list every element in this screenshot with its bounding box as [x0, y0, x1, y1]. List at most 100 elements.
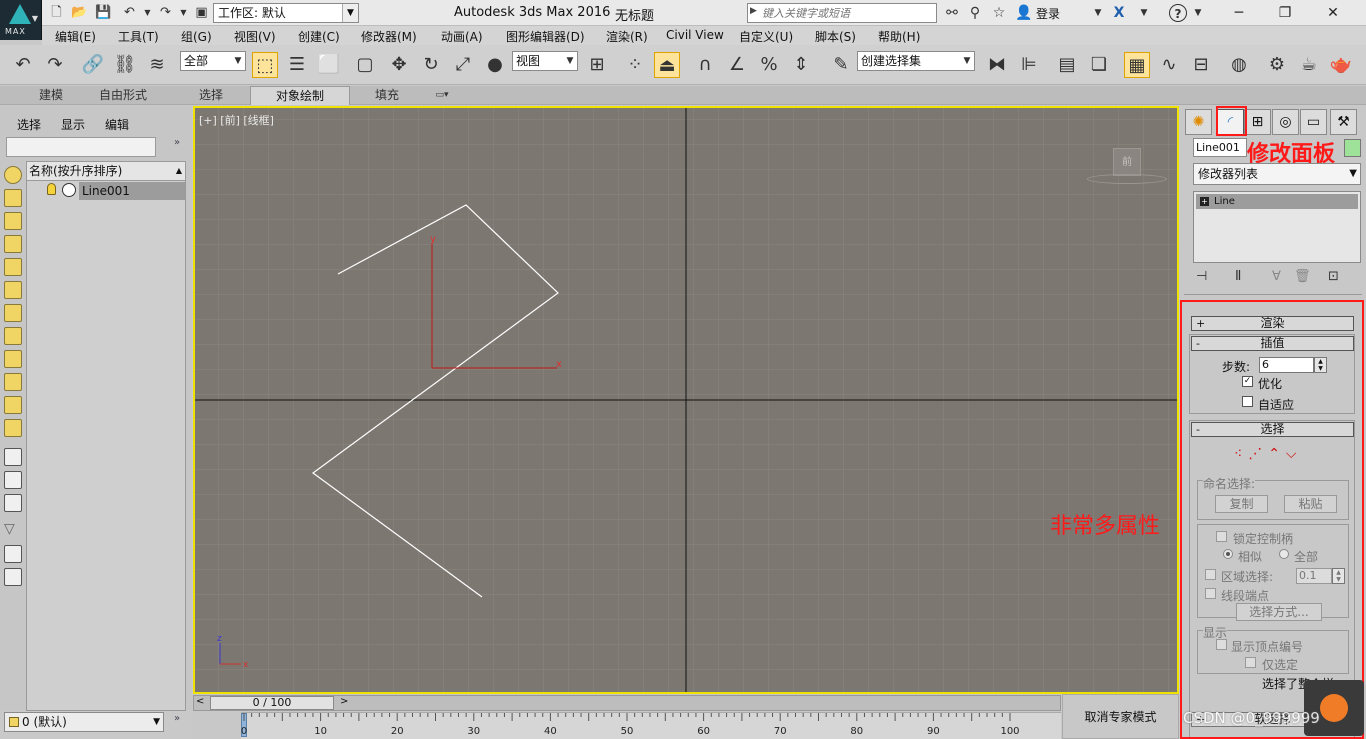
- render-setup-icon[interactable]: ⚙: [1264, 52, 1290, 78]
- save-icon[interactable]: 💾: [95, 4, 112, 21]
- tab-freeform[interactable]: 自由形式: [92, 86, 154, 105]
- search-input[interactable]: [762, 5, 934, 21]
- optimize-checkbox[interactable]: ✓: [1242, 376, 1253, 387]
- menu-animation[interactable]: 动画(A): [441, 28, 483, 45]
- filter-bones-icon[interactable]: [4, 350, 22, 368]
- tab-modeling[interactable]: 建模: [28, 86, 74, 105]
- layer-select[interactable]: 0 (默认) ▼: [4, 712, 164, 732]
- layer-manager-icon[interactable]: ❏: [1086, 52, 1112, 78]
- filter-lights-icon[interactable]: [4, 212, 22, 230]
- help-icon[interactable]: ?: [1169, 4, 1187, 22]
- menu-views[interactable]: 视图(V): [234, 28, 276, 45]
- minimize-button[interactable]: ─: [1216, 0, 1262, 26]
- menu-tools[interactable]: 工具(T): [118, 28, 159, 45]
- viewcube-face[interactable]: 前: [1113, 148, 1141, 176]
- unlink-icon[interactable]: ⛓: [112, 52, 138, 78]
- spinner-arrows-icon[interactable]: ▲ ▼: [1332, 568, 1345, 584]
- front-viewport[interactable]: y x z x [+] [前] [线框] 前: [193, 106, 1179, 694]
- scene-explorer-tab-select[interactable]: 选择: [17, 116, 41, 133]
- angle-snap-icon[interactable]: ∠: [724, 52, 750, 78]
- selected-only-checkbox[interactable]: [1245, 657, 1256, 668]
- login-label[interactable]: 登录: [1036, 5, 1060, 22]
- subscription-icon[interactable]: ⚲: [966, 4, 984, 22]
- render-frame-icon[interactable]: ☕: [1296, 52, 1322, 78]
- list-item[interactable]: Line001: [27, 182, 185, 200]
- menu-customize[interactable]: 自定义(U): [739, 28, 793, 45]
- show-vertex-numbers-checkbox[interactable]: [1216, 639, 1227, 650]
- show-end-result-icon[interactable]: Ⅱ: [1235, 269, 1241, 284]
- rect-selection-icon[interactable]: ⬜: [316, 52, 342, 78]
- chevron-left-icon[interactable]: <: [196, 696, 204, 707]
- display-panel-tab[interactable]: ▭: [1300, 109, 1327, 135]
- create-panel-tab[interactable]: ✺: [1185, 109, 1212, 135]
- chevron-down-icon[interactable]: ▼: [1135, 4, 1153, 22]
- tab-selection[interactable]: 选择: [190, 86, 232, 105]
- scale-icon[interactable]: ⤢: [450, 52, 476, 78]
- segment-end-checkbox[interactable]: [1205, 588, 1216, 599]
- menu-help[interactable]: 帮助(H): [878, 28, 920, 45]
- rollout-rendering[interactable]: + 渲染: [1191, 316, 1354, 331]
- layer-explorer-icon[interactable]: ▤: [1054, 52, 1080, 78]
- undo-icon[interactable]: ↶: [121, 4, 138, 21]
- pin-stack-icon[interactable]: ⊣: [1196, 269, 1207, 284]
- select-object-icon[interactable]: ⬚: [252, 52, 278, 78]
- render-production-icon[interactable]: 🫖: [1328, 52, 1354, 78]
- object-name-field[interactable]: Line001: [1193, 138, 1247, 157]
- area-selection-checkbox[interactable]: [1205, 569, 1216, 580]
- mirror-icon[interactable]: ⧓: [984, 52, 1010, 78]
- object-color-swatch[interactable]: [1344, 139, 1361, 157]
- redo-icon[interactable]: ↷: [157, 4, 174, 21]
- menu-rendering[interactable]: 渲染(R): [606, 28, 648, 45]
- spinner-snap-icon[interactable]: ⇕: [788, 52, 814, 78]
- find-icon[interactable]: [4, 545, 22, 563]
- rotate-icon[interactable]: ↻: [418, 52, 444, 78]
- select-by-button[interactable]: 选择方式...: [1236, 603, 1322, 621]
- manipulate-icon[interactable]: ⁘: [622, 52, 648, 78]
- scene-explorer-icon[interactable]: ▦: [1124, 52, 1150, 78]
- track-bar[interactable]: 0 10 20 30 40 50 60 70 80 90 100: [241, 712, 1061, 739]
- modifier-list-select[interactable]: 修改器列表 ▼: [1193, 163, 1361, 185]
- chevron-right-icon[interactable]: >: [340, 696, 348, 707]
- expand-plus-icon[interactable]: +: [1200, 197, 1209, 206]
- area-selection-spinner[interactable]: 0.1 ▲ ▼: [1296, 568, 1345, 584]
- menu-graph-editors[interactable]: 图形编辑器(D): [506, 28, 585, 45]
- filter-geometry-icon[interactable]: [4, 166, 22, 184]
- new-file-icon[interactable]: 🗋: [48, 4, 65, 21]
- utilities-panel-tab[interactable]: ⚒: [1330, 109, 1357, 135]
- display-invert-icon[interactable]: [4, 494, 22, 512]
- chevron-down-icon[interactable]: ▼: [1089, 4, 1107, 22]
- menu-modifiers[interactable]: 修改器(M): [361, 28, 417, 45]
- adaptive-checkbox[interactable]: [1242, 396, 1253, 407]
- redo-icon[interactable]: ↷: [42, 52, 68, 78]
- window-crossing-icon[interactable]: ▢: [352, 52, 378, 78]
- alike-radio[interactable]: [1223, 549, 1233, 559]
- chevron-down-icon[interactable]: ▼: [1189, 4, 1207, 22]
- copy-button[interactable]: 复制: [1215, 495, 1268, 513]
- scene-explorer-search-input[interactable]: [6, 137, 156, 157]
- star-icon[interactable]: ☆: [990, 4, 1008, 22]
- hierarchy-icon[interactable]: [4, 568, 22, 586]
- menu-edit[interactable]: 编辑(E): [55, 28, 96, 45]
- filter-xrefs-icon[interactable]: [4, 327, 22, 345]
- time-slider[interactable]: < 0 / 100 >: [193, 695, 1061, 711]
- column-header-name[interactable]: 名称(按升序排序) ▲: [27, 162, 185, 181]
- percent-snap-icon[interactable]: %: [756, 52, 782, 78]
- viewport-label[interactable]: [+] [前] [线框]: [199, 112, 274, 128]
- steps-spinner[interactable]: 6 ▲ ▼: [1259, 357, 1327, 373]
- reference-coordinate-select[interactable]: 视图 ▼: [512, 51, 578, 71]
- named-selection-set-select[interactable]: 创建选择集 ▼: [857, 51, 975, 71]
- hierarchy-panel-tab[interactable]: ⊞: [1244, 109, 1271, 135]
- chevron-down-icon[interactable]: ▼: [175, 4, 192, 21]
- align-icon[interactable]: ⊫: [1016, 52, 1042, 78]
- paste-button[interactable]: 粘贴: [1284, 495, 1337, 513]
- scene-explorer-tab-edit[interactable]: 编辑: [105, 116, 129, 133]
- pivot-center-icon[interactable]: ⊞: [584, 52, 610, 78]
- exchange-icon[interactable]: X: [1110, 4, 1128, 22]
- menu-group[interactable]: 组(G): [181, 28, 212, 45]
- menu-create[interactable]: 创建(C): [298, 28, 340, 45]
- configure-modifier-sets-icon[interactable]: ⊡: [1328, 269, 1339, 284]
- expand-double-chevron-icon[interactable]: »: [174, 713, 180, 724]
- object-name[interactable]: Line001: [79, 182, 185, 200]
- display-none-icon[interactable]: [4, 471, 22, 489]
- link-icon[interactable]: 🔗: [80, 52, 106, 78]
